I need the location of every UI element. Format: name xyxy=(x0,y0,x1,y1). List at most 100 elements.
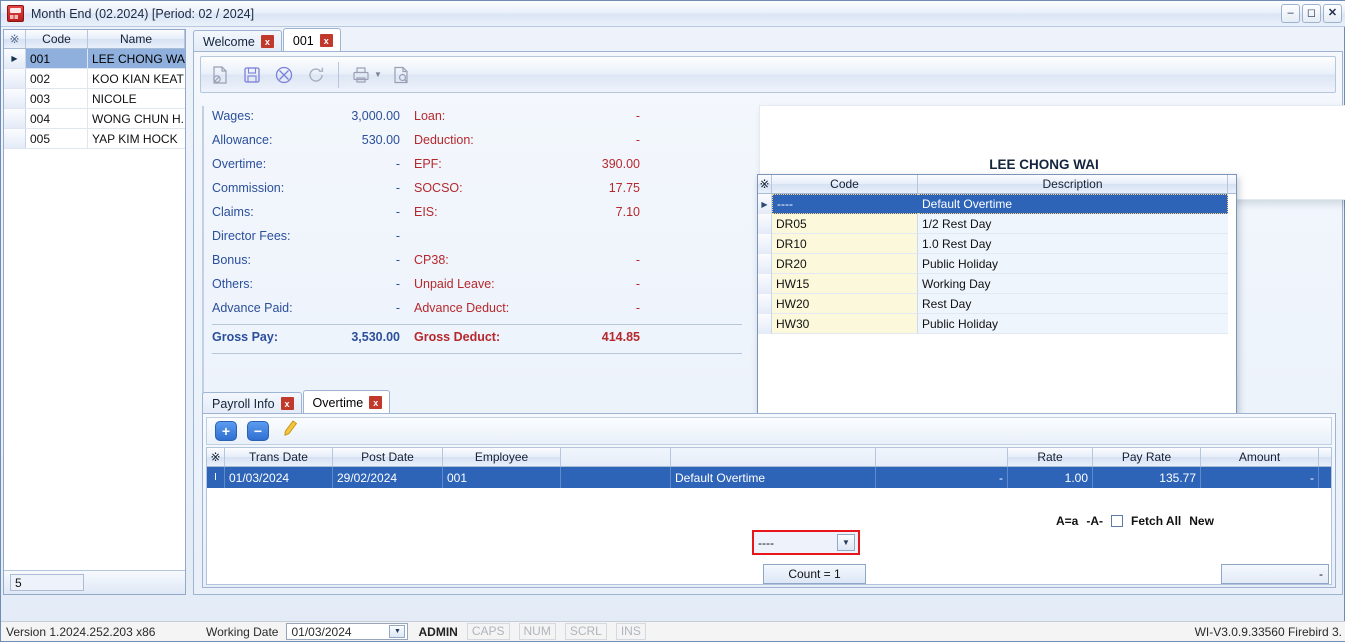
print-icon[interactable] xyxy=(346,60,376,90)
tab-001[interactable]: 001 x xyxy=(283,28,341,52)
edit-pencil-icon[interactable] xyxy=(277,416,303,446)
current-user-label: ADMIN xyxy=(418,625,457,639)
lookup-description: Working Day xyxy=(918,274,1228,294)
lookup-row[interactable]: HW15Working Day xyxy=(758,274,1236,294)
chevron-down-icon[interactable]: ▼ xyxy=(837,534,855,551)
employee-count-box[interactable]: 5 xyxy=(10,574,84,591)
grid-row-indicator-header: ※ xyxy=(207,448,225,466)
cell-code[interactable] xyxy=(561,467,671,488)
print-preview-icon[interactable] xyxy=(386,60,416,90)
lookup-row[interactable]: DR20Public Holiday xyxy=(758,254,1236,274)
remove-row-button[interactable]: − xyxy=(247,421,269,441)
column-header-trans-date[interactable]: Trans Date xyxy=(225,448,333,466)
add-row-button[interactable]: + xyxy=(215,421,237,441)
tab-001-close-icon[interactable]: x xyxy=(320,34,333,47)
column-header-employee[interactable]: Employee xyxy=(443,448,561,466)
cancel-icon[interactable] xyxy=(269,60,299,90)
payroll-left-label: Overtime: xyxy=(212,157,330,171)
grid-total-box: - xyxy=(1221,564,1329,584)
overtime-grid-body: I01/03/202429/02/2024001Default Overtime… xyxy=(207,467,1331,488)
lookup-row[interactable]: DR051/2 Rest Day xyxy=(758,214,1236,234)
cell-amount[interactable]: - xyxy=(1201,467,1319,488)
print-dropdown-caret-icon[interactable]: ▼ xyxy=(374,70,382,79)
lookup-row[interactable]: DR101.0 Rest Day xyxy=(758,234,1236,254)
payroll-right-label: Advance Deduct: xyxy=(400,301,520,315)
tab-payroll-info[interactable]: Payroll Info x xyxy=(202,392,302,414)
lookup-code: DR20 xyxy=(772,254,918,274)
column-header-rate[interactable]: Rate xyxy=(1008,448,1093,466)
employee-row[interactable]: 004WONG CHUN H... xyxy=(4,109,185,129)
lookup-code: HW30 xyxy=(772,314,918,334)
lookup-code: ---- xyxy=(772,194,918,214)
column-header-name[interactable]: Name xyxy=(88,30,185,48)
row-indicator xyxy=(758,274,772,294)
row-indicator xyxy=(758,314,772,334)
employee-row[interactable]: 002KOO KIAN KEAT xyxy=(4,69,185,89)
lookup-description: Default Overtime xyxy=(918,194,1228,214)
column-header-code[interactable] xyxy=(561,448,671,466)
employee-row[interactable]: 005YAP KIM HOCK xyxy=(4,129,185,149)
column-header-extra[interactable] xyxy=(876,448,1008,466)
lookup-row[interactable]: ----Default Overtime xyxy=(758,194,1236,214)
lookup-column-header-description[interactable]: Description xyxy=(918,175,1228,193)
cell-extra[interactable]: - xyxy=(876,467,1008,488)
lookup-code: HW20 xyxy=(772,294,918,314)
payroll-right-label: Deduction: xyxy=(400,133,520,147)
payroll-row: Bonus:-CP38:- xyxy=(212,248,750,272)
payroll-right-label: Loan: xyxy=(400,109,520,123)
code-combo-editor[interactable]: ---- ▼ xyxy=(752,530,860,555)
payroll-right-value: - xyxy=(520,253,640,267)
column-header-post-date[interactable]: Post Date xyxy=(333,448,443,466)
cell-employee[interactable]: 001 xyxy=(443,467,561,488)
tab-overtime-close-icon[interactable]: x xyxy=(369,396,382,409)
fetch-all-label[interactable]: Fetch All xyxy=(1131,514,1181,528)
column-header-description[interactable] xyxy=(671,448,876,466)
column-header-amount[interactable]: Amount xyxy=(1201,448,1319,466)
cell-description[interactable]: Default Overtime xyxy=(671,467,876,488)
application-window: Month End (02.2024) [Period: 02 / 2024] … xyxy=(0,0,1345,642)
payroll-right-label: Unpaid Leave: xyxy=(400,277,520,291)
case-sensitive-toggle[interactable]: A=a xyxy=(1056,514,1078,528)
tab-001-label: 001 xyxy=(293,34,314,48)
lookup-row-indicator-header: ※ xyxy=(758,175,772,193)
payroll-left-value: - xyxy=(330,253,400,267)
cell-rate[interactable]: 1.00 xyxy=(1008,467,1093,488)
tab-welcome[interactable]: Welcome x xyxy=(193,30,282,52)
cell-post-date[interactable]: 29/02/2024 xyxy=(333,467,443,488)
tab-welcome-close-icon[interactable]: x xyxy=(261,35,274,48)
employee-row[interactable]: 001LEE CHONG WAI xyxy=(4,49,185,69)
edit-document-icon[interactable] xyxy=(205,60,235,90)
employee-code: 003 xyxy=(26,89,88,108)
lookup-description: Public Holiday xyxy=(918,314,1228,334)
table-row[interactable]: I01/03/202429/02/2024001Default Overtime… xyxy=(207,467,1331,488)
employee-list-panel: ※ Code Name 001LEE CHONG WAI002KOO KIAN … xyxy=(3,29,186,595)
lookup-column-header-code[interactable]: Code xyxy=(772,175,918,193)
minimize-button[interactable]: – xyxy=(1281,4,1300,23)
lookup-description: Public Holiday xyxy=(918,254,1228,274)
calendar-dropdown-icon[interactable]: ▼ xyxy=(389,625,405,638)
lookup-row[interactable]: HW20Rest Day xyxy=(758,294,1236,314)
row-indicator xyxy=(758,194,772,214)
working-date-input[interactable]: 01/03/2024 ▼ xyxy=(286,623,408,640)
payroll-right-value: - xyxy=(520,277,640,291)
column-header-pay-rate[interactable]: Pay Rate xyxy=(1093,448,1201,466)
refresh-icon[interactable] xyxy=(301,60,331,90)
main-panel: ▼ LEE CHONG WAI Wages:3,000.00Loan:-Allo… xyxy=(193,51,1343,595)
lookup-row[interactable]: HW30Public Holiday xyxy=(758,314,1236,334)
employee-name: WONG CHUN H... xyxy=(88,109,185,128)
close-button[interactable]: ✕ xyxy=(1323,4,1342,23)
fetch-all-checkbox[interactable] xyxy=(1111,515,1123,527)
save-icon[interactable] xyxy=(237,60,267,90)
cell-pay-rate[interactable]: 135.77 xyxy=(1093,467,1201,488)
cell-trans-date[interactable]: 01/03/2024 xyxy=(225,467,333,488)
employee-row[interactable]: 003NICOLE xyxy=(4,89,185,109)
employee-code: 002 xyxy=(26,69,88,88)
uppercase-toggle[interactable]: -A- xyxy=(1086,514,1103,528)
maximize-button[interactable]: ◻ xyxy=(1302,4,1321,23)
column-header-code[interactable]: Code xyxy=(26,30,88,48)
payroll-left-value: - xyxy=(330,205,400,219)
new-button[interactable]: New xyxy=(1189,514,1214,528)
tab-payroll-info-close-icon[interactable]: x xyxy=(281,397,294,410)
tab-overtime[interactable]: Overtime x xyxy=(303,390,391,414)
lookup-code: DR10 xyxy=(772,234,918,254)
